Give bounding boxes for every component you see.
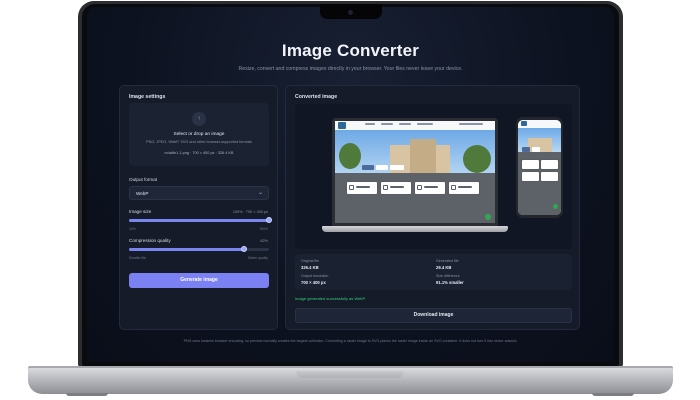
result-heading: Converted image — [295, 94, 338, 100]
app-screen: Image Converter Resize, convert and comp… — [87, 7, 614, 362]
stat-label: Original file — [301, 259, 319, 263]
mock-card — [522, 160, 539, 169]
mock-navbar — [518, 120, 561, 128]
stat-value: 29.4 KB — [436, 265, 452, 270]
camera-icon — [348, 10, 353, 15]
mock-link — [381, 123, 393, 125]
laptop-mockup: Image Converter Resize, convert and comp… — [0, 0, 700, 400]
compression-min: Smaller file — [129, 256, 146, 260]
laptop-groove — [296, 371, 404, 378]
stat-value: 91.1% smaller — [436, 280, 464, 285]
mock-card — [415, 182, 445, 194]
dropzone-title: Select or drop an image — [173, 132, 225, 137]
mock-card — [541, 160, 558, 169]
image-size-min: 10% — [129, 227, 136, 231]
output-format-select[interactable]: WebP ⌄ — [129, 186, 269, 200]
compression-slider[interactable] — [129, 246, 269, 252]
image-size-label: Image size — [129, 209, 152, 214]
stat-label: Size difference — [436, 274, 460, 278]
mock-navbar — [335, 121, 495, 130]
mock-tree — [463, 145, 491, 173]
mock-card — [449, 182, 479, 194]
mock-tab — [376, 165, 388, 170]
dropzone-subtitle: PNG, JPEG, WebP, SVG and other browser-s… — [146, 140, 252, 144]
stat-label: Output resolution — [301, 274, 329, 278]
upload-icon: ↑ — [192, 112, 206, 126]
mock-logo — [338, 122, 346, 129]
mock-tab — [532, 147, 540, 152]
mock-link — [399, 123, 411, 125]
result-panel: Converted image Original file 326.4 KB G… — [285, 85, 580, 330]
mock-tab — [522, 147, 530, 152]
compression-value: 82% — [260, 239, 268, 243]
success-message: Image generated successfully as WebP. — [295, 296, 366, 301]
page-subtitle: Resize, convert and compress images dire… — [238, 66, 463, 72]
conversion-stats: Original file 326.4 KB Generated file 29… — [295, 254, 572, 290]
image-size-value: 100% · 700 × 400 px — [232, 210, 268, 214]
mock-tab — [362, 165, 374, 170]
output-format-label: Output format — [129, 177, 158, 182]
settings-heading: Image settings — [129, 94, 166, 100]
chat-icon — [485, 214, 491, 220]
image-dropzone[interactable]: ↑ Select or drop an image PNG, JPEG, Web… — [129, 103, 269, 166]
converted-image-preview — [295, 104, 572, 249]
settings-panel: Image settings ↑ Select or drop an image… — [119, 85, 278, 330]
mock-tab — [390, 165, 404, 170]
chevron-down-icon: ⌄ — [257, 190, 263, 196]
laptop-foot — [66, 393, 108, 396]
footer-note: PNG uses lossless browser encoding, so p… — [183, 339, 518, 343]
output-format-value: WebP — [136, 191, 149, 196]
image-size-max: 100% — [259, 227, 268, 231]
preview-laptop-base — [322, 226, 508, 232]
mock-tree — [339, 143, 361, 169]
image-size-slider[interactable] — [129, 217, 272, 223]
laptop-foot — [592, 393, 634, 396]
mock-card — [347, 182, 377, 194]
mock-card — [381, 182, 411, 194]
stat-value: 700 × 400 px — [301, 280, 326, 285]
compression-fill — [129, 248, 244, 251]
preview-phone-screen — [518, 120, 561, 215]
mock-road — [335, 173, 495, 223]
compression-label: Compression quality — [129, 238, 171, 243]
stat-label: Generated file — [436, 259, 459, 263]
generate-image-button[interactable]: Generate image — [129, 273, 269, 288]
dropzone-file-info: m4a8e1-1.png · 700 × 400 px · 326.4 KB — [164, 151, 234, 155]
mock-link — [365, 123, 375, 125]
page-title: Image Converter — [281, 41, 420, 60]
mock-logo — [521, 121, 527, 126]
download-image-button[interactable]: Download image — [295, 308, 572, 323]
mock-card — [541, 172, 558, 181]
compression-thumb[interactable] — [240, 246, 247, 252]
image-size-thumb[interactable] — [266, 217, 272, 223]
mock-building — [410, 139, 436, 173]
stat-value: 326.4 KB — [301, 265, 319, 270]
mock-link — [417, 123, 433, 125]
chat-icon — [553, 204, 558, 209]
mock-link — [459, 123, 483, 125]
mock-card — [522, 172, 539, 181]
compression-max: Better quality — [248, 256, 268, 260]
preview-laptop-screen — [335, 121, 495, 223]
image-size-fill — [129, 219, 269, 222]
